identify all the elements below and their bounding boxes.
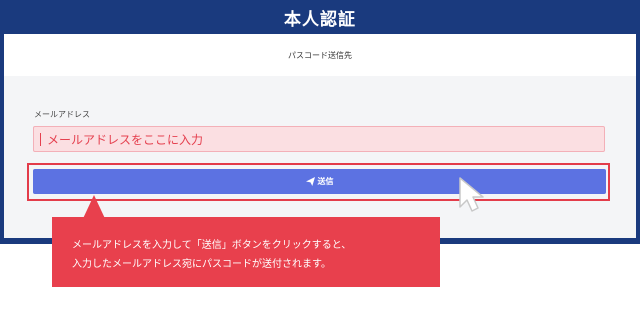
mouse-pointer-icon (459, 177, 484, 212)
email-input[interactable]: メールアドレスをここに入力 (33, 126, 605, 152)
paper-plane-icon (305, 177, 315, 186)
send-button-label: 送信 (317, 177, 334, 186)
tooltip-line-2: 入力したメールアドレス宛にパスコードが送付されます。 (72, 259, 331, 270)
email-label: メールアドレス (34, 110, 90, 119)
passcode-destination-heading: パスコード送信先 (4, 34, 636, 76)
text-cursor (40, 132, 41, 146)
email-placeholder: メールアドレスをここに入力 (47, 132, 204, 147)
page-title: 本人認証 (284, 9, 356, 30)
send-button[interactable]: 送信 (33, 169, 606, 194)
help-tooltip: メールアドレスを入力して「送信」ボタンをクリックすると、 入力したメールアドレス… (52, 217, 440, 287)
tooltip-line-1: メールアドレスを入力して「送信」ボタンをクリックすると、 (72, 240, 352, 251)
